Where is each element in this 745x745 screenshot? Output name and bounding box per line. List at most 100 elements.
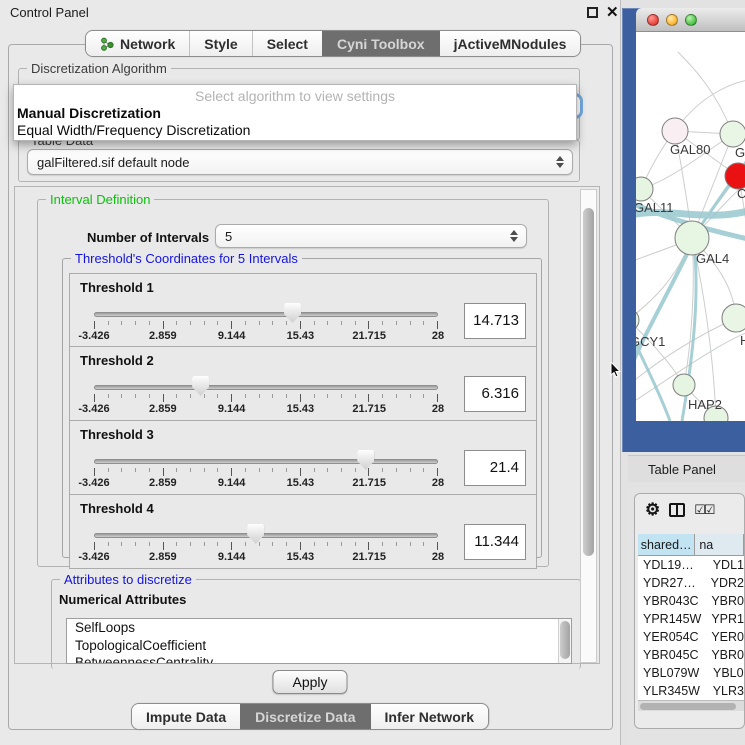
tab-jactivemnodules[interactable]: jActiveMNodules [439,31,581,56]
threshold-slider[interactable] [94,459,438,464]
control-panel-title: Control Panel [10,5,89,20]
cell-shared-name: YER054C [638,630,708,644]
tab-label: jActiveMNodules [454,36,567,52]
network-node-gal4[interactable] [675,221,709,255]
table-panel-title: Table Panel [648,462,716,477]
zoom-traffic-light-icon[interactable] [685,14,697,26]
threshold-panel: Threshold 1 -3.4262.8599.14415.4321.7152… [69,273,537,347]
threshold-value-field[interactable]: 6.316 [464,376,526,412]
cell-name: YBR0 [708,594,744,608]
settings-scrollbar[interactable] [580,189,597,663]
tab-label: Select [267,36,308,52]
slider-thumb[interactable] [192,376,209,396]
tick-label: -3.426 [78,403,109,415]
table-row[interactable]: YBL079WYBL0 [638,664,744,682]
tick-label: 15.43 [287,477,315,489]
slider-tick-labels: -3.4262.8599.14415.4321.71528 [94,403,438,415]
slider-thumb[interactable] [284,303,301,323]
tab-impute-data[interactable]: Impute Data [132,704,240,729]
numerical-attributes-label: Numerical Attributes [59,592,186,607]
algorithm-dropdown-popup: Select algorithm to view settings Manual… [13,84,577,141]
network-window: GAL80GCGAL11GAL4GCY1HHAP2 [622,8,745,452]
table-row[interactable]: YPR145WYPR1 [638,610,744,628]
tick-label: 2.859 [149,477,177,489]
slider-thumb[interactable] [247,524,264,544]
close-traffic-light-icon[interactable] [647,14,659,26]
slider-thumb[interactable] [357,450,374,470]
tick-label: 21.715 [352,477,386,489]
threshold-slider[interactable] [94,385,438,390]
gear-icon[interactable]: ⚙ [645,502,660,518]
tick-label: 9.144 [218,551,246,563]
network-node-g[interactable] [720,121,745,147]
bottom-tab-bar: Impute DataDiscretize DataInfer Network [131,703,489,730]
threshold-value-field[interactable]: 21.4 [464,450,526,486]
table-data-combobox[interactable]: galFiltered.sif default node [27,149,573,175]
column-header-name[interactable]: na [695,534,744,555]
table-row[interactable]: YBR043CYBR0 [638,592,744,610]
tab-infer-network[interactable]: Infer Network [370,704,488,729]
network-node-h[interactable] [722,304,745,332]
columns-icon[interactable] [669,503,685,517]
table-row[interactable]: YBR045CYBR0 [638,646,744,664]
threshold-value-field[interactable]: 11.344 [464,524,526,560]
select-columns-checkboxes-icon[interactable]: ☑☑ [694,503,713,517]
number-of-intervals-combobox[interactable]: 5 [215,224,527,248]
table-panel-inner: ⚙ ☑☑ shared… na YDL19…YDL1YDR27…YDR2YBR0… [634,493,745,729]
threshold-panel: Threshold 3 -3.4262.8599.14415.4321.7152… [69,421,537,495]
cell-shared-name: YBR043C [638,594,708,608]
attribute-list-item[interactable]: TopologicalCoefficient [67,637,571,655]
tick-label: 21.715 [352,330,386,342]
cell-name: YLR3 [710,684,744,698]
minimize-traffic-light-icon[interactable] [666,14,678,26]
table-row[interactable]: YDL19…YDL1 [638,556,744,574]
tick-label: 2.859 [149,551,177,563]
algorithm-prompt: Select algorithm to view settings [14,85,576,105]
table-row[interactable]: YLR345WYLR3 [638,682,744,700]
tick-label: 21.715 [352,551,386,563]
tick-label: 28 [432,403,444,415]
apply-button[interactable]: Apply [272,670,347,694]
threshold-label: Threshold 4 [80,501,154,516]
algorithm-option-manual[interactable]: Manual Discretization [14,105,576,122]
table-data-group: Table Data galFiltered.sif default node [18,140,580,182]
cell-name: YBL0 [710,666,744,680]
tab-label: Style [204,36,237,52]
spinner-arrows-icon [510,230,518,242]
tick-label: -3.426 [78,330,109,342]
threshold-panel: Threshold 4 -3.4262.8599.14415.4321.7152… [69,495,537,569]
network-canvas[interactable]: GAL80GCGAL11GAL4GCY1HHAP2 [636,32,745,421]
node-label: GAL4 [696,251,729,266]
threshold-slider[interactable] [94,533,438,538]
numerical-attributes-list[interactable]: SelfLoopsTopologicalCoefficientBetweenne… [66,618,572,664]
threshold-panel: Threshold 2 -3.4262.8599.14415.4321.7152… [69,347,537,421]
network-graph: GAL80GCGAL11GAL4GCY1HHAP2 [636,32,745,421]
table-horizontal-scrollbar[interactable] [638,700,744,711]
network-node-gal80[interactable] [662,118,688,144]
threshold-coordinates-label: Threshold's Coordinates for 5 Intervals [71,251,302,266]
node-attribute-table[interactable]: shared… na YDL19…YDL1YDR27…YDR2YBR043CYB… [638,534,744,700]
tab-cyni-toolbox[interactable]: Cyni Toolbox [322,31,439,56]
list-scrollbar[interactable] [558,619,571,663]
threshold-slider[interactable] [94,312,438,317]
network-node-hap2[interactable] [673,374,695,396]
tab-select[interactable]: Select [252,31,322,56]
tab-style[interactable]: Style [189,31,251,56]
discretization-algorithm-label: Discretization Algorithm [27,61,171,76]
cell-shared-name: YBL079W [638,666,710,680]
table-row[interactable]: YER054CYER0 [638,628,744,646]
interval-definition-label: Interval Definition [46,192,154,207]
threshold-value-field[interactable]: 14.713 [464,303,526,339]
algorithm-option-equal-width[interactable]: Equal Width/Frequency Discretization [14,122,576,139]
table-data-value: galFiltered.sif default node [37,155,189,170]
mouse-cursor [610,362,622,380]
attribute-list-item[interactable]: BetweennessCentrality [67,654,571,664]
node-label: G [735,145,745,160]
column-header-shared-name[interactable]: shared… [638,534,695,555]
table-row[interactable]: YDR27…YDR2 [638,574,744,592]
attribute-list-item[interactable]: SelfLoops [67,619,571,637]
tab-network[interactable]: Network [86,31,189,56]
float-window-icon[interactable] [587,7,598,18]
close-icon[interactable]: ✕ [606,3,619,21]
tab-discretize-data[interactable]: Discretize Data [240,704,369,729]
